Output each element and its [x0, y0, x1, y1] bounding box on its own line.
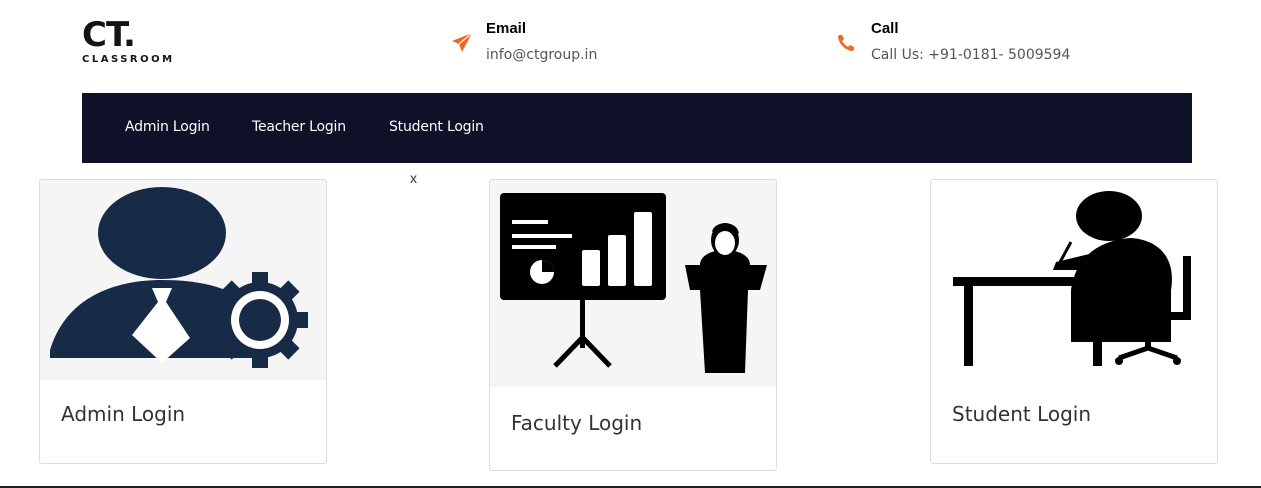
student-card-title[interactable]: Student Login — [952, 402, 1091, 426]
nav-student-login[interactable]: Student Login — [389, 119, 484, 135]
brand-logo[interactable]: CT. CLASSROOM — [82, 18, 175, 65]
close-button[interactable]: x — [410, 170, 417, 186]
call-title: Call — [871, 20, 899, 37]
phone-icon — [836, 32, 858, 54]
logo-main-text: CT. — [82, 15, 136, 55]
nav-teacher-login[interactable]: Teacher Login — [252, 119, 346, 135]
admin-card-title[interactable]: Admin Login — [61, 402, 185, 426]
logo-sub-text: CLASSROOM — [82, 54, 175, 65]
email-title: Email — [486, 20, 527, 37]
contact-call: Call Call Us: +91-0181- 5009594 — [836, 18, 1096, 68]
presentation-podium-icon — [490, 180, 776, 387]
student-desk-icon — [931, 180, 1217, 380]
call-value[interactable]: Call Us: +91-0181- 5009594 — [871, 47, 1070, 63]
faculty-card-title[interactable]: Faculty Login — [511, 411, 642, 435]
email-value[interactable]: info@ctgroup.in — [486, 47, 597, 63]
contact-email: Email info@ctgroup.in — [451, 18, 671, 68]
admin-gear-icon — [40, 180, 326, 380]
nav-admin-login[interactable]: Admin Login — [125, 119, 210, 135]
paper-plane-icon — [451, 32, 473, 54]
admin-login-card[interactable]: Admin Login — [39, 179, 327, 464]
main-navbar: Admin Login Teacher Login Student Login — [82, 93, 1192, 163]
faculty-login-card[interactable]: Faculty Login — [489, 179, 777, 471]
student-login-card[interactable]: Student Login — [930, 179, 1218, 464]
